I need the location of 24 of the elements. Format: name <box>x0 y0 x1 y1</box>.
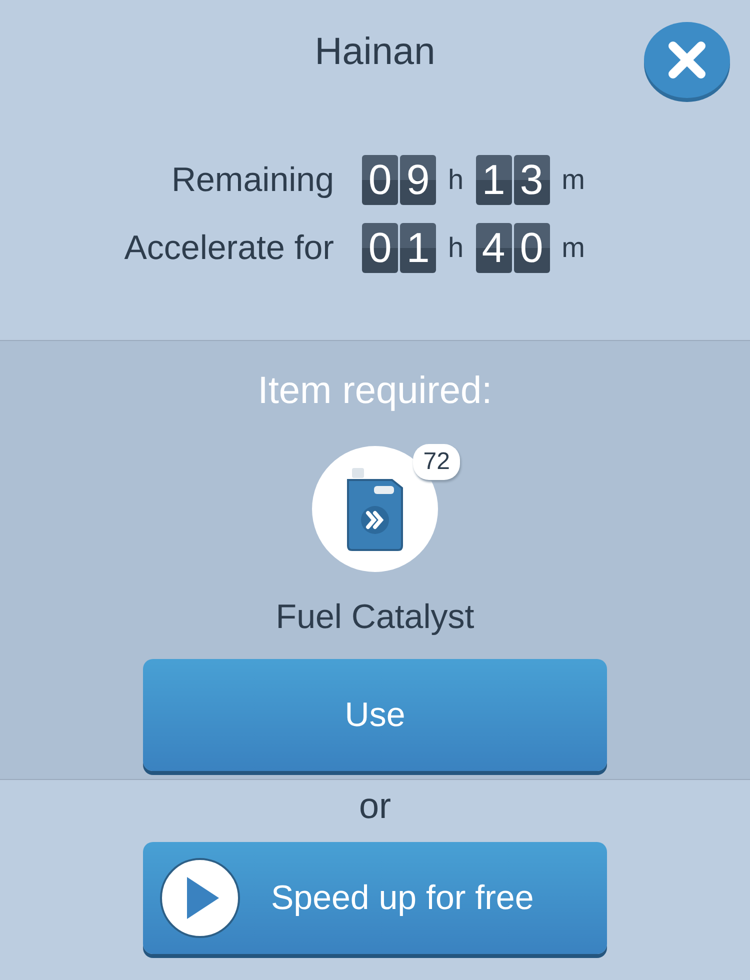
flip-digit: 9 <box>400 155 436 205</box>
flip-digit: 4 <box>476 223 512 273</box>
timer-label: Accelerate for <box>123 228 335 268</box>
time-unit: h <box>448 231 464 265</box>
speed-up-free-button[interactable]: Speed up for free <box>143 842 607 954</box>
fuel-canister-icon <box>344 466 406 552</box>
time-unit: m <box>562 231 585 265</box>
window-title: Hainan <box>314 30 436 75</box>
flip-digit: 0 <box>362 155 398 205</box>
or-separator: or <box>358 786 392 826</box>
flip-digit: 3 <box>514 155 550 205</box>
time-unit: h <box>448 163 464 197</box>
flip-digit: 1 <box>476 155 512 205</box>
flip-digit: 0 <box>514 223 550 273</box>
use-button[interactable]: Use <box>143 659 607 771</box>
close-icon <box>667 40 707 80</box>
time-unit: m <box>562 163 585 197</box>
flip-digit: 1 <box>400 223 436 273</box>
play-icon <box>159 857 241 939</box>
item-heading: Item required: <box>258 369 492 414</box>
item-name: Fuel Catalyst <box>276 597 474 638</box>
flip-digit: 0 <box>362 223 398 273</box>
item-count-badge: 72 <box>413 444 460 480</box>
timer-label: Remaining <box>170 160 335 200</box>
